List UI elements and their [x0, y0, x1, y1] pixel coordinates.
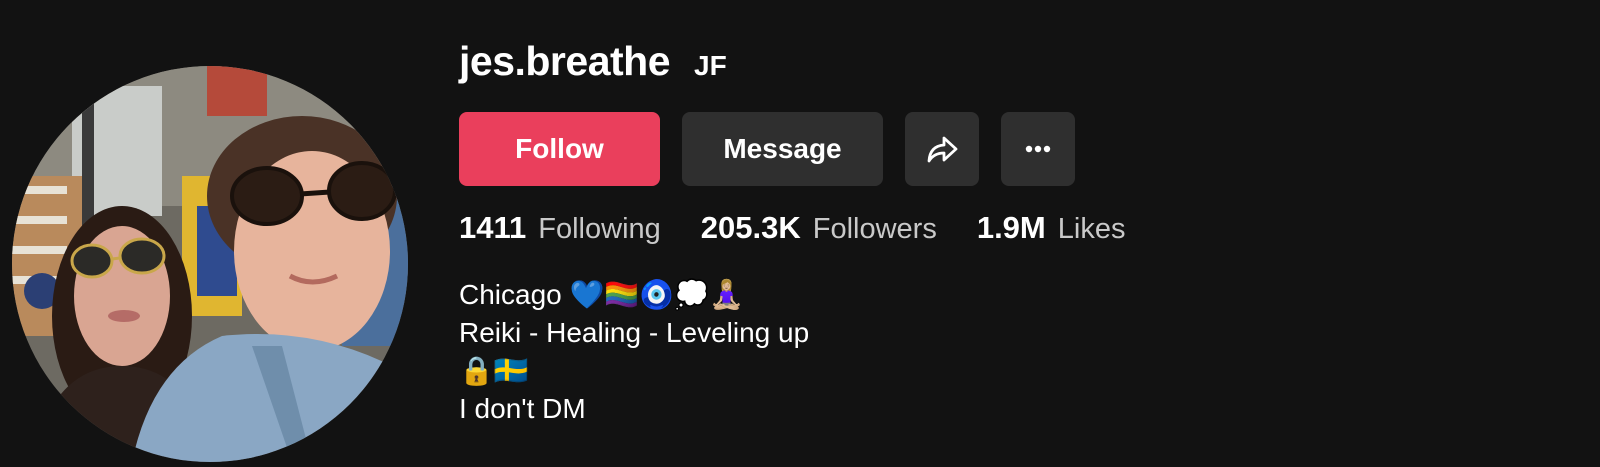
share-arrow-icon	[927, 136, 958, 163]
profile-bio: Chicago 💙🏳️‍🌈🧿💭🧘🏼‍♀️ Reiki - Healing - L…	[459, 276, 809, 428]
profile-avatar[interactable]	[12, 66, 408, 462]
nickname: JF	[694, 50, 727, 81]
following-label: Following	[538, 213, 661, 245]
likes-stat: 1.9M Likes	[977, 210, 1126, 246]
likes-label: Likes	[1057, 213, 1126, 245]
more-button[interactable]	[1001, 112, 1075, 186]
following-count: 1411	[459, 210, 527, 245]
followers-stat[interactable]: 205.3K Followers	[701, 210, 937, 246]
message-button[interactable]: Message	[682, 112, 883, 186]
followers-count: 205.3K	[700, 210, 801, 245]
bio-line: I don't DM	[459, 393, 586, 424]
username: jes.breathe	[459, 38, 671, 84]
username-row: jes.breathe JF	[459, 38, 727, 90]
follow-button[interactable]: Follow	[459, 112, 660, 186]
more-dots-icon	[1025, 145, 1051, 153]
share-button[interactable]	[905, 112, 979, 186]
bio-line: Reiki - Healing - Leveling up	[459, 317, 810, 348]
profile-actions: Follow Message	[459, 112, 1075, 186]
profile-stats: 1411 Following 205.3K Followers 1.9M Lik…	[459, 210, 1125, 246]
following-stat[interactable]: 1411 Following	[459, 210, 661, 246]
bio-line: Chicago 💙🏳️‍🌈🧿💭🧘🏼‍♀️	[459, 279, 744, 310]
profile-photo	[12, 66, 408, 462]
likes-count: 1.9M	[976, 210, 1046, 245]
bio-line: 🔒🇸🇪	[459, 355, 529, 386]
followers-label: Followers	[812, 213, 937, 245]
